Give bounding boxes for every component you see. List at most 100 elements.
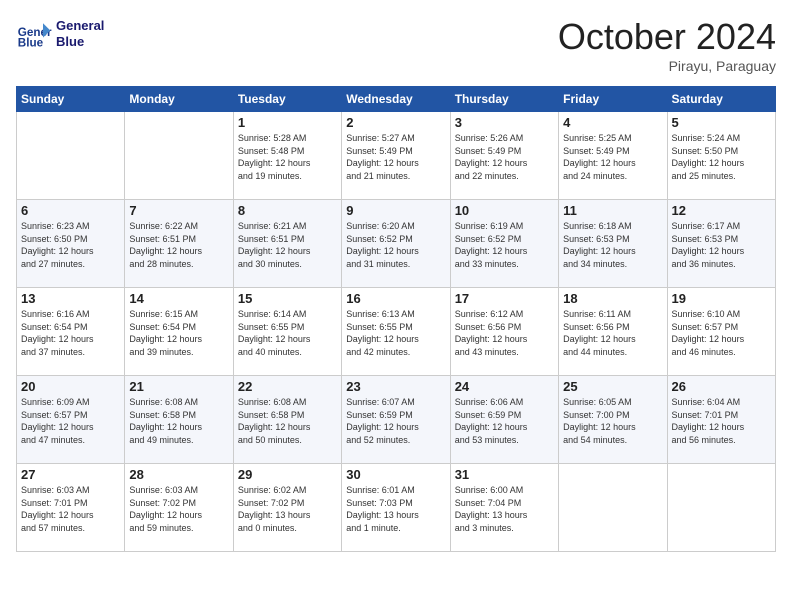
calendar-cell: 17Sunrise: 6:12 AM Sunset: 6:56 PM Dayli… — [450, 288, 558, 376]
day-info: Sunrise: 6:15 AM Sunset: 6:54 PM Dayligh… — [129, 308, 228, 358]
calendar-cell: 21 Sunrise: 6:08 AM Sunset: 6:58 PM Dayli… — [125, 376, 233, 464]
calendar-cell: 12 Sunrise: 6:17 AM Sunset: 6:53 PM Dayli… — [667, 200, 775, 288]
day-info: Sunrise: 5:27 AM Sunset: 5:49 PM Dayligh… — [346, 132, 445, 182]
day-number: 31 — [455, 467, 554, 482]
calendar-cell: 8 Sunrise: 6:21 AM Sunset: 6:51 PM Daylig… — [233, 200, 341, 288]
day-info: Sunrise: 6:13 AM Sunset: 6:55 PM Dayligh… — [346, 308, 445, 358]
calendar-cell: 18 Sunrise: 6:11 AM Sunset: 6:56 PM Dayli… — [559, 288, 667, 376]
day-info: Sunrise: 5:26 AM Sunset: 5:49 PM Dayligh… — [455, 132, 554, 182]
calendar-cell: 28 Sunrise: 6:03 AM Sunset: 7:02 PM Dayli… — [125, 464, 233, 552]
calendar-cell: 4 Sunrise: 5:25 AM Sunset: 5:49 PM Daylig… — [559, 112, 667, 200]
day-number: 22 — [238, 379, 337, 394]
calendar-cell: 3Sunrise: 5:26 AM Sunset: 5:49 PM Daylig… — [450, 112, 558, 200]
logo-icon: General Blue — [16, 16, 52, 52]
calendar-cell: 25 Sunrise: 6:05 AM Sunset: 7:00 PM Dayli… — [559, 376, 667, 464]
header-sunday: Sunday — [17, 87, 125, 112]
week-row-4: 20Sunrise: 6:09 AM Sunset: 6:57 PM Dayli… — [17, 376, 776, 464]
location: Pirayu, Paraguay — [558, 58, 776, 74]
calendar-cell: 14 Sunrise: 6:15 AM Sunset: 6:54 PM Dayli… — [125, 288, 233, 376]
day-number: 21 — [129, 379, 228, 394]
day-number: 27 — [21, 467, 120, 482]
calendar-cell: 22 Sunrise: 6:08 AM Sunset: 6:58 PM Dayli… — [233, 376, 341, 464]
calendar-cell: 10 Sunrise: 6:19 AM Sunset: 6:52 PM Dayli… — [450, 200, 558, 288]
day-info: Sunrise: 6:20 AM Sunset: 6:52 PM Dayligh… — [346, 220, 445, 270]
day-info: Sunrise: 6:06 AM Sunset: 6:59 PM Dayligh… — [455, 396, 554, 446]
calendar-cell: 20Sunrise: 6:09 AM Sunset: 6:57 PM Dayli… — [17, 376, 125, 464]
calendar-cell: 1 Sunrise: 5:28 AM Sunset: 5:48 PM Daylig… — [233, 112, 341, 200]
week-row-2: 6 Sunrise: 6:23 AM Sunset: 6:50 PM Daylig… — [17, 200, 776, 288]
week-row-3: 13 Sunrise: 6:16 AM Sunset: 6:54 PM Dayli… — [17, 288, 776, 376]
calendar-cell: 13 Sunrise: 6:16 AM Sunset: 6:54 PM Dayli… — [17, 288, 125, 376]
header-tuesday: Tuesday — [233, 87, 341, 112]
day-info: Sunrise: 5:25 AM Sunset: 5:49 PM Dayligh… — [563, 132, 662, 182]
calendar-table: SundayMondayTuesdayWednesdayThursdayFrid… — [16, 86, 776, 552]
calendar-cell: 15Sunrise: 6:14 AM Sunset: 6:55 PM Dayli… — [233, 288, 341, 376]
header-thursday: Thursday — [450, 87, 558, 112]
header-monday: Monday — [125, 87, 233, 112]
calendar-cell: 26 Sunrise: 6:04 AM Sunset: 7:01 PM Dayli… — [667, 376, 775, 464]
calendar-cell: 11 Sunrise: 6:18 AM Sunset: 6:53 PM Dayli… — [559, 200, 667, 288]
calendar-cell — [559, 464, 667, 552]
calendar-cell: 9 Sunrise: 6:20 AM Sunset: 6:52 PM Daylig… — [342, 200, 450, 288]
day-info: Sunrise: 6:23 AM Sunset: 6:50 PM Dayligh… — [21, 220, 120, 270]
day-number: 14 — [129, 291, 228, 306]
header-friday: Friday — [559, 87, 667, 112]
calendar-cell: 2Sunrise: 5:27 AM Sunset: 5:49 PM Daylig… — [342, 112, 450, 200]
day-number: 18 — [563, 291, 662, 306]
day-info: Sunrise: 6:00 AM Sunset: 7:04 PM Dayligh… — [455, 484, 554, 534]
day-number: 6 — [21, 203, 120, 218]
day-info: Sunrise: 6:16 AM Sunset: 6:54 PM Dayligh… — [21, 308, 120, 358]
calendar-cell: 31 Sunrise: 6:00 AM Sunset: 7:04 PM Dayli… — [450, 464, 558, 552]
day-info: Sunrise: 6:10 AM Sunset: 6:57 PM Dayligh… — [672, 308, 771, 358]
day-number: 25 — [563, 379, 662, 394]
calendar-cell: 30Sunrise: 6:01 AM Sunset: 7:03 PM Dayli… — [342, 464, 450, 552]
calendar-cell — [667, 464, 775, 552]
day-info: Sunrise: 6:05 AM Sunset: 7:00 PM Dayligh… — [563, 396, 662, 446]
title-block: October 2024 Pirayu, Paraguay — [558, 16, 776, 74]
logo-line2: Blue — [56, 34, 104, 50]
day-info: Sunrise: 5:24 AM Sunset: 5:50 PM Dayligh… — [672, 132, 771, 182]
day-number: 11 — [563, 203, 662, 218]
day-number: 16 — [346, 291, 445, 306]
day-number: 29 — [238, 467, 337, 482]
day-number: 4 — [563, 115, 662, 130]
calendar-cell: 27Sunrise: 6:03 AM Sunset: 7:01 PM Dayli… — [17, 464, 125, 552]
day-number: 26 — [672, 379, 771, 394]
day-number: 8 — [238, 203, 337, 218]
calendar-cell: 16 Sunrise: 6:13 AM Sunset: 6:55 PM Dayli… — [342, 288, 450, 376]
day-info: Sunrise: 5:28 AM Sunset: 5:48 PM Dayligh… — [238, 132, 337, 182]
calendar-cell: 23Sunrise: 6:07 AM Sunset: 6:59 PM Dayli… — [342, 376, 450, 464]
day-info: Sunrise: 6:19 AM Sunset: 6:52 PM Dayligh… — [455, 220, 554, 270]
day-info: Sunrise: 6:04 AM Sunset: 7:01 PM Dayligh… — [672, 396, 771, 446]
day-number: 7 — [129, 203, 228, 218]
day-info: Sunrise: 6:17 AM Sunset: 6:53 PM Dayligh… — [672, 220, 771, 270]
logo-text: General Blue — [56, 18, 104, 49]
week-row-1: 1 Sunrise: 5:28 AM Sunset: 5:48 PM Daylig… — [17, 112, 776, 200]
day-info: Sunrise: 6:11 AM Sunset: 6:56 PM Dayligh… — [563, 308, 662, 358]
day-number: 10 — [455, 203, 554, 218]
day-info: Sunrise: 6:08 AM Sunset: 6:58 PM Dayligh… — [238, 396, 337, 446]
day-number: 15 — [238, 291, 337, 306]
month-title: October 2024 — [558, 16, 776, 58]
day-number: 9 — [346, 203, 445, 218]
day-info: Sunrise: 6:01 AM Sunset: 7:03 PM Dayligh… — [346, 484, 445, 534]
day-info: Sunrise: 6:03 AM Sunset: 7:02 PM Dayligh… — [129, 484, 228, 534]
day-number: 12 — [672, 203, 771, 218]
day-number: 1 — [238, 115, 337, 130]
header-wednesday: Wednesday — [342, 87, 450, 112]
calendar-cell: 29 Sunrise: 6:02 AM Sunset: 7:02 PM Dayli… — [233, 464, 341, 552]
day-number: 24 — [455, 379, 554, 394]
day-number: 5 — [672, 115, 771, 130]
week-row-5: 27Sunrise: 6:03 AM Sunset: 7:01 PM Dayli… — [17, 464, 776, 552]
day-info: Sunrise: 6:18 AM Sunset: 6:53 PM Dayligh… — [563, 220, 662, 270]
day-number: 28 — [129, 467, 228, 482]
calendar-cell — [17, 112, 125, 200]
day-info: Sunrise: 6:09 AM Sunset: 6:57 PM Dayligh… — [21, 396, 120, 446]
calendar-cell: 19Sunrise: 6:10 AM Sunset: 6:57 PM Dayli… — [667, 288, 775, 376]
day-info: Sunrise: 6:08 AM Sunset: 6:58 PM Dayligh… — [129, 396, 228, 446]
day-info: Sunrise: 6:21 AM Sunset: 6:51 PM Dayligh… — [238, 220, 337, 270]
day-info: Sunrise: 6:02 AM Sunset: 7:02 PM Dayligh… — [238, 484, 337, 534]
calendar-cell: 7 Sunrise: 6:22 AM Sunset: 6:51 PM Daylig… — [125, 200, 233, 288]
day-number: 13 — [21, 291, 120, 306]
day-info: Sunrise: 6:22 AM Sunset: 6:51 PM Dayligh… — [129, 220, 228, 270]
